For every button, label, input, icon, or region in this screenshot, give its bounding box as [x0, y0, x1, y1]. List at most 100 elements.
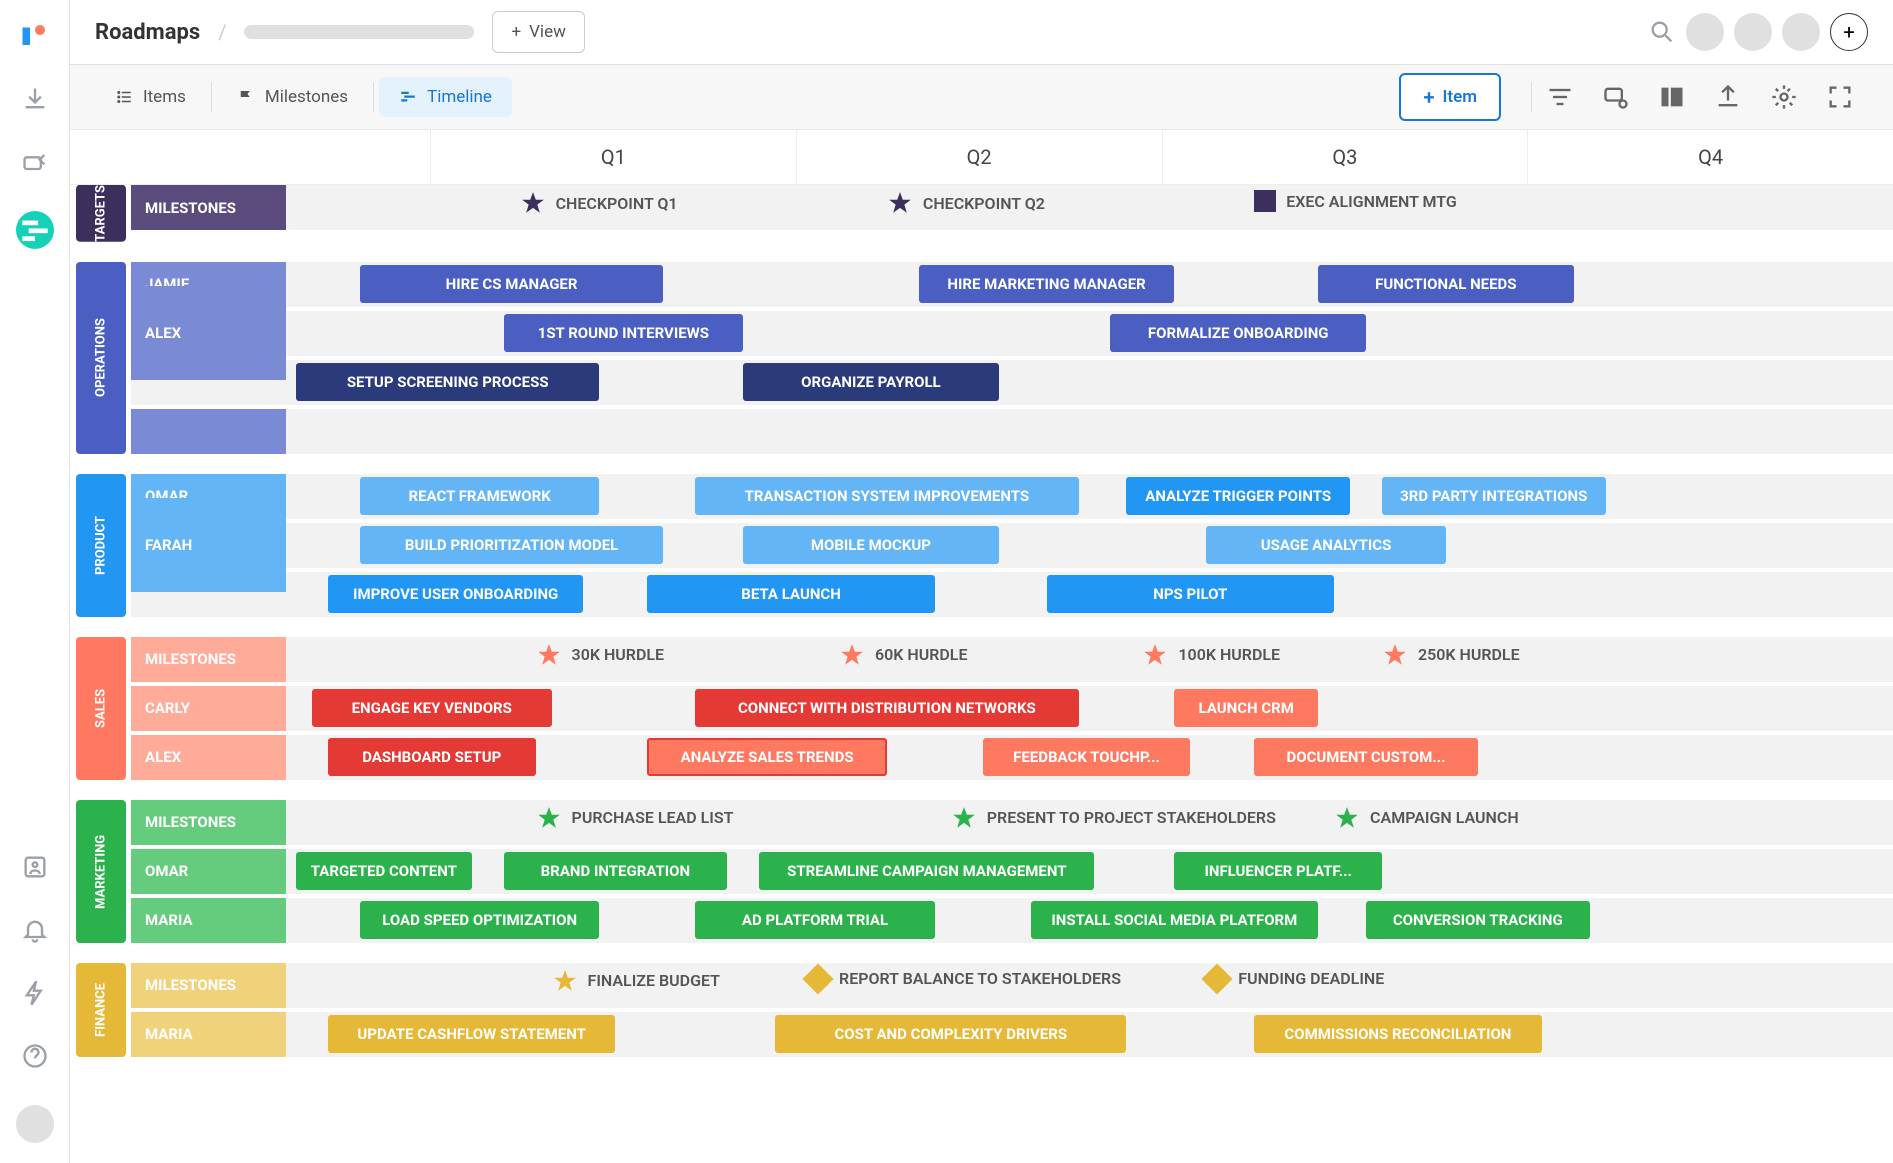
timeline-bar[interactable]: ANALYZE TRIGGER POINTS [1126, 477, 1350, 515]
timeline-bar[interactable]: LAUNCH CRM [1174, 689, 1318, 727]
row-label: FARAH [131, 498, 286, 592]
quarter-header: Q4 [1527, 130, 1893, 184]
tab-milestones[interactable]: Milestones [217, 77, 368, 117]
timeline-bar[interactable]: FEEDBACK TOUCHP... [983, 738, 1191, 776]
user-avatar[interactable] [16, 1105, 54, 1143]
milestone[interactable]: 100K HURDLE [1142, 642, 1280, 668]
export-icon[interactable] [1714, 83, 1742, 111]
timeline-row: MILESTONES PURCHASE LEAD LIST PRESENT TO P… [131, 800, 1893, 845]
bolt-icon[interactable] [21, 979, 49, 1007]
download-icon[interactable] [21, 85, 49, 113]
square-icon [1254, 190, 1276, 212]
milestone[interactable]: FINALIZE BUDGET [552, 968, 720, 994]
timeline-bar[interactable]: TRANSACTION SYSTEM IMPROVEMENTS [695, 477, 1078, 515]
timeline-bar[interactable]: HIRE MARKETING MANAGER [919, 265, 1175, 303]
avatar[interactable] [1782, 13, 1820, 51]
diamond-icon [802, 963, 833, 994]
row-label [131, 409, 286, 454]
help-icon[interactable] [21, 1042, 49, 1070]
timeline-bar[interactable]: STREAMLINE CAMPAIGN MANAGEMENT [759, 852, 1094, 890]
timeline-bar[interactable]: INFLUENCER PLATF... [1174, 852, 1382, 890]
milestone[interactable]: 60K HURDLE [839, 642, 968, 668]
search-icon[interactable] [1648, 18, 1676, 46]
timeline-bar[interactable]: ORGANIZE PAYROLL [743, 363, 999, 401]
timeline-nav-icon[interactable] [16, 211, 54, 249]
milestone-label: 60K HURDLE [875, 645, 968, 664]
timeline-row: FARAHBUILD PRIORITIZATION MODELMOBILE MO… [131, 523, 1893, 568]
logo-icon [20, 20, 50, 50]
star-icon [1334, 805, 1360, 831]
timeline-bar[interactable]: BETA LAUNCH [647, 575, 934, 613]
timeline-bar[interactable]: MOBILE MOCKUP [743, 526, 999, 564]
timeline-bar[interactable]: COST AND COMPLEXITY DRIVERS [775, 1015, 1126, 1053]
milestone[interactable]: CHECKPOINT Q1 [520, 190, 678, 216]
timeline-bar[interactable]: SETUP SCREENING PROCESS [296, 363, 599, 401]
timeline-bar[interactable]: FUNCTIONAL NEEDS [1318, 265, 1574, 303]
milestone[interactable]: PURCHASE LEAD LIST [536, 805, 734, 831]
timeline-bar[interactable]: CONVERSION TRACKING [1366, 901, 1590, 939]
milestone-label: CHECKPOINT Q1 [556, 194, 678, 213]
milestone-label: 30K HURDLE [572, 645, 665, 664]
bell-icon[interactable] [21, 916, 49, 944]
milestone[interactable]: 30K HURDLE [536, 642, 665, 668]
milestone[interactable]: CHECKPOINT Q2 [887, 190, 1045, 216]
timeline-bar[interactable]: UPDATE CASHFLOW STATEMENT [328, 1015, 615, 1053]
filter-icon[interactable] [1546, 83, 1574, 111]
star-icon [536, 805, 562, 831]
milestone[interactable]: CAMPAIGN LAUNCH [1334, 805, 1519, 831]
gear-icon[interactable] [1770, 83, 1798, 111]
timeline-row: JAMIEHIRE CS MANAGERHIRE MARKETING MANAG… [131, 262, 1893, 307]
timeline-bar[interactable]: 3RD PARTY INTEGRATIONS [1382, 477, 1606, 515]
fullscreen-icon[interactable] [1826, 83, 1854, 111]
timeline-bar[interactable]: NPS PILOT [1047, 575, 1334, 613]
timeline-row: ALEX1ST ROUND INTERVIEWSFORMALIZE ONBOAR… [131, 311, 1893, 356]
timeline-row [131, 409, 1893, 454]
contacts-icon[interactable] [21, 853, 49, 881]
tab-timeline[interactable]: Timeline [379, 77, 512, 117]
timeline-bar[interactable]: TARGETED CONTENT [296, 852, 472, 890]
milestone[interactable]: 250K HURDLE [1382, 642, 1520, 668]
timeline-bar[interactable]: AD PLATFORM TRIAL [695, 901, 935, 939]
star-icon [951, 805, 977, 831]
milestone[interactable]: PRESENT TO PROJECT STAKEHOLDERS [951, 805, 1276, 831]
timeline-bar[interactable]: BUILD PRIORITIZATION MODEL [360, 526, 663, 564]
milestone-label: EXEC ALIGNMENT MTG [1286, 192, 1457, 211]
timeline-bar[interactable]: ANALYZE SALES TRENDS [647, 738, 887, 776]
milestone[interactable]: REPORT BALANCE TO STAKEHOLDERS [807, 968, 1121, 990]
row-label: MILESTONES [131, 185, 286, 230]
import-icon[interactable] [21, 148, 49, 176]
layout-icon[interactable] [1658, 83, 1686, 111]
timeline-bar[interactable]: INSTALL SOCIAL MEDIA PLATFORM [1031, 901, 1318, 939]
milestone-label: PURCHASE LEAD LIST [572, 808, 734, 827]
timeline-row: MILESTONESFINALIZE BUDGETREPORT BALANCE … [131, 963, 1893, 1008]
milestone-label: PRESENT TO PROJECT STAKEHOLDERS [987, 808, 1276, 827]
add-view-button[interactable]: +View [492, 11, 584, 53]
timeline-bar[interactable]: CONNECT WITH DISTRIBUTION NETWORKS [695, 689, 1078, 727]
row-label: CARLY [131, 686, 286, 731]
timeline-bar[interactable]: IMPROVE USER ONBOARDING [328, 575, 584, 613]
timeline-bar[interactable]: DASHBOARD SETUP [328, 738, 536, 776]
milestone[interactable]: EXEC ALIGNMENT MTG [1254, 190, 1457, 212]
add-item-button[interactable]: +Item [1399, 73, 1501, 121]
link-icon[interactable] [1602, 83, 1630, 111]
timeline-bar[interactable]: DOCUMENT CUSTOM... [1254, 738, 1478, 776]
timeline-row: ALEXSETUP SCREENING PROCESSORGANIZE PAYR… [131, 360, 1893, 405]
timeline-row: MILESTONES CHECKPOINT Q1 CHECKPOINT Q2 EXEC… [131, 185, 1893, 230]
timeline-bar[interactable]: COMMISSIONS RECONCILIATION [1254, 1015, 1541, 1053]
timeline-bar[interactable]: LOAD SPEED OPTIMIZATION [360, 901, 600, 939]
timeline-row: MILESTONES30K HURDLE60K HURDLE100K HURDL… [131, 637, 1893, 682]
avatar[interactable] [1686, 13, 1724, 51]
add-member-button[interactable]: + [1830, 13, 1868, 51]
timeline-bar[interactable]: ENGAGE KEY VENDORS [312, 689, 552, 727]
tab-items[interactable]: Items [95, 77, 206, 117]
timeline-bar[interactable]: FORMALIZE ONBOARDING [1110, 314, 1366, 352]
avatar[interactable] [1734, 13, 1772, 51]
timeline-bar[interactable]: REACT FRAMEWORK [360, 477, 600, 515]
timeline-row: ALEXDASHBOARD SETUPANALYZE SALES TRENDSF… [131, 735, 1893, 780]
timeline-bar[interactable]: USAGE ANALYTICS [1206, 526, 1446, 564]
timeline-bar[interactable]: BRAND INTEGRATION [504, 852, 728, 890]
row-label: MILESTONES [131, 800, 286, 845]
milestone[interactable]: FUNDING DEADLINE [1206, 968, 1384, 990]
timeline-bar[interactable]: 1ST ROUND INTERVIEWS [504, 314, 744, 352]
timeline-bar[interactable]: HIRE CS MANAGER [360, 265, 663, 303]
